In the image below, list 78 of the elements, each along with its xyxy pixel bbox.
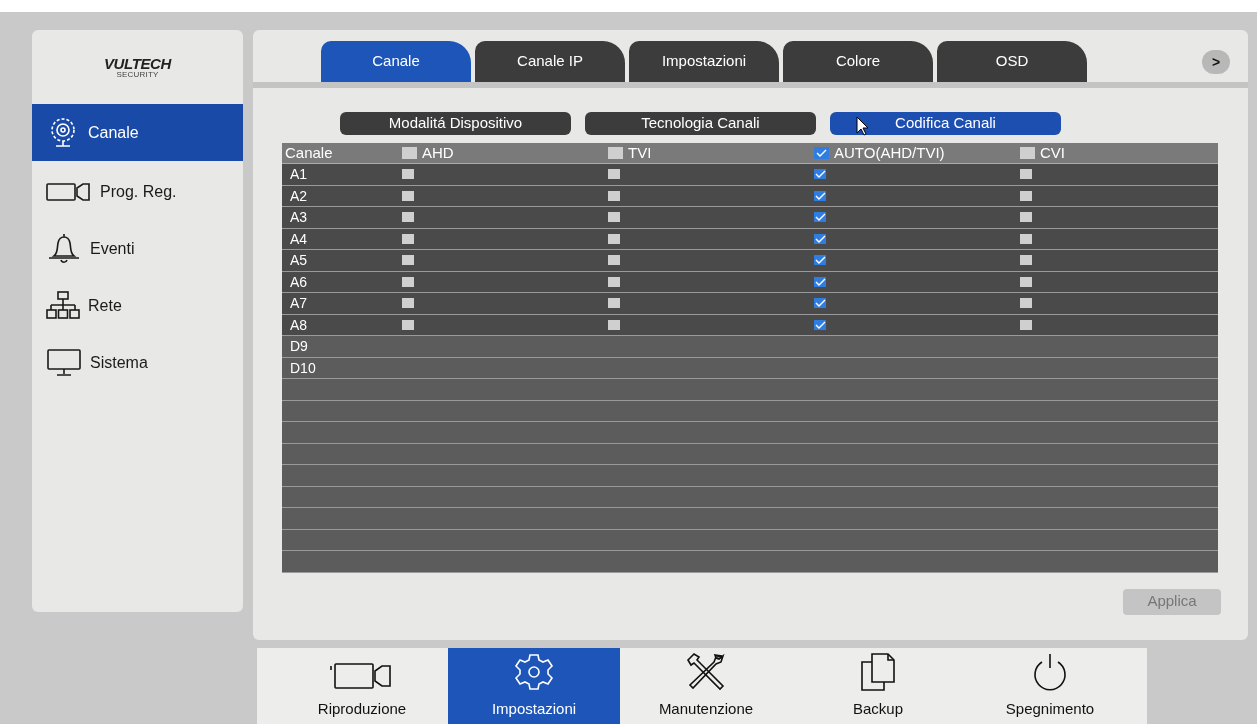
sidebar-item[interactable]: Canale (32, 104, 243, 161)
checkbox[interactable] (1020, 298, 1032, 309)
bell-icon (46, 231, 82, 266)
nav-item[interactable]: Riproduzione (276, 648, 448, 724)
sidebar-item[interactable]: Eventi (32, 220, 243, 277)
checkbox[interactable] (1020, 190, 1032, 201)
checkbox[interactable] (608, 190, 620, 201)
checkbox[interactable] (402, 255, 414, 266)
network-icon (46, 290, 80, 321)
checkbox[interactable] (814, 190, 826, 201)
tab[interactable]: Canale IP (475, 41, 625, 82)
checkbox[interactable] (402, 212, 414, 223)
checkbox[interactable] (814, 298, 826, 309)
channel-label: A4 (290, 230, 308, 247)
tab[interactable]: Impostazioni (629, 41, 779, 82)
sidebar-item[interactable]: Sistema (32, 334, 243, 391)
checkbox[interactable] (402, 276, 414, 287)
checkbox[interactable] (402, 147, 417, 159)
checkbox[interactable] (814, 319, 826, 330)
sub-tab[interactable]: Modalitá Dispositivo (340, 112, 571, 135)
documents-icon (858, 651, 898, 692)
logo: VULTECH SECURITY (103, 55, 172, 79)
checkbox[interactable] (814, 169, 826, 180)
column-header: AUTO(AHD/TVI) (834, 142, 945, 163)
sub-tab[interactable]: Tecnologia Canali (585, 112, 816, 135)
tab[interactable]: OSD (937, 41, 1087, 82)
checkbox[interactable] (402, 298, 414, 309)
checkbox[interactable] (608, 276, 620, 287)
checkbox[interactable] (402, 169, 414, 180)
checkbox[interactable] (1020, 233, 1032, 244)
sidebar-item[interactable]: Prog. Reg. (32, 163, 243, 220)
tab[interactable]: Colore (783, 41, 933, 82)
checkbox[interactable] (1020, 169, 1032, 180)
checkbox[interactable] (1020, 319, 1032, 330)
settings-icon (512, 651, 556, 692)
checkbox[interactable] (608, 233, 620, 244)
nav-item[interactable]: Spegnimento (964, 648, 1136, 724)
column-header: CVI (1040, 142, 1065, 163)
channel-label: A8 (290, 316, 308, 333)
checkbox[interactable] (1020, 276, 1032, 287)
monitor-icon (46, 347, 82, 378)
checkbox[interactable] (402, 233, 414, 244)
channel-label: A1 (290, 166, 308, 183)
checkbox[interactable] (402, 319, 414, 330)
channel-label: A7 (290, 295, 308, 312)
channel-label: A5 (290, 252, 308, 269)
checkbox[interactable] (608, 212, 620, 223)
column-header: AHD (422, 142, 454, 163)
checkbox[interactable] (814, 255, 826, 266)
checkbox[interactable] (1020, 255, 1032, 266)
checkbox[interactable] (814, 147, 829, 159)
checkbox[interactable] (608, 319, 620, 330)
sub-tab[interactable]: Codifica Canali (830, 112, 1061, 135)
checkbox[interactable] (814, 233, 826, 244)
next-button[interactable]: > (1202, 50, 1230, 74)
nav-item[interactable]: Impostazioni (448, 648, 620, 724)
checkbox[interactable] (608, 298, 620, 309)
checkbox[interactable] (1020, 212, 1032, 223)
nav-item[interactable]: Backup (792, 648, 964, 724)
checkbox[interactable] (814, 276, 826, 287)
column-header: Canale (285, 143, 333, 161)
channel-label: D9 (290, 338, 308, 355)
channel-label: A3 (290, 209, 308, 226)
checkbox[interactable] (608, 255, 620, 266)
sidebar-item[interactable]: Rete (32, 277, 243, 334)
channel-label: A6 (290, 273, 308, 290)
column-header: TVI (628, 142, 652, 163)
checkbox[interactable] (402, 190, 414, 201)
checkbox[interactable] (608, 169, 620, 180)
checkbox[interactable] (814, 212, 826, 223)
channel-label: D10 (290, 359, 316, 376)
video-camera-icon (46, 181, 92, 202)
nav-item[interactable]: Manutenzione (620, 648, 792, 724)
mouse-pointer-icon (856, 116, 870, 136)
tab[interactable]: Canale (321, 41, 471, 82)
checkbox[interactable] (1020, 147, 1035, 159)
checkbox[interactable] (608, 147, 623, 159)
channel-label: A2 (290, 187, 308, 204)
